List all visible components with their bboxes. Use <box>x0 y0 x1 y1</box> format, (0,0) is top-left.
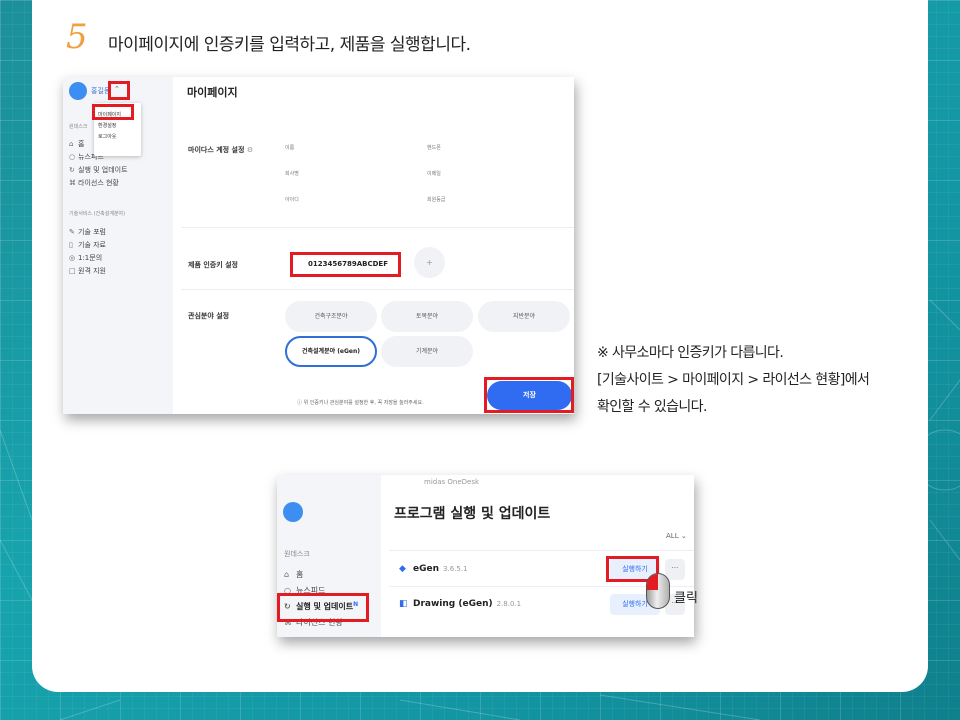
key-notes: ※ 사무소마다 인증키가 다릅니다. [기술사이트 > 마이페이지 > 라이선스… <box>597 340 870 421</box>
interest-label: 관심분야 설정 <box>188 312 230 320</box>
interest-civil[interactable]: 토목분야 <box>381 301 473 332</box>
interest-mechanical[interactable]: 기계분야 <box>381 336 473 367</box>
filter-dropdown[interactable]: ALL ⌄ <box>666 532 687 540</box>
chat-icon: ◎ <box>69 254 76 262</box>
onedesk-sidebar: 원데스크 ⌂ 홈 ○ 뉴스피드 ↻ 실행 및 업데이트N ⌘ 라이선스 현황 <box>277 475 381 637</box>
menu-item-logout[interactable]: 로그아웃 <box>94 132 141 143</box>
note-line-1: ※ 사무소마다 인증키가 다릅니다. <box>597 345 784 361</box>
sidebar-section-onedesk: 원데스크 <box>69 124 88 130</box>
menu-item-settings[interactable]: 환경설정 <box>94 121 141 132</box>
sidebar-item-home[interactable]: ⌂ 홈 <box>69 139 84 149</box>
step-number: 5 <box>66 17 88 57</box>
page-title: 마이페이지 <box>187 86 238 99</box>
circle-icon: ○ <box>69 153 76 161</box>
sidebar-item-newsfeed[interactable]: ○ 뉴스피드 <box>284 585 325 596</box>
add-key-button[interactable]: + <box>414 247 445 278</box>
more-button-egen[interactable]: ··· <box>665 559 685 580</box>
sidebar-item-license[interactable]: ⌘ 라이선스 현황 <box>284 617 343 628</box>
interest-architecture-design[interactable]: 건축설계분야 (eGen) <box>285 336 377 367</box>
field-phone: 핸드폰 <box>427 145 441 151</box>
new-badge: N <box>353 601 359 608</box>
egen-logo-icon: ◆ <box>399 564 406 574</box>
divider <box>389 550 694 551</box>
note-line-2: [기술사이트 > 마이페이지 > 라이선스 현황]에서 <box>597 372 870 388</box>
note-line-3: 확인할 수 있습니다. <box>597 399 707 415</box>
refresh-icon: ↻ <box>284 602 291 611</box>
chevron-up-icon[interactable]: ⌃ <box>114 85 120 93</box>
product-row-egen: ◆ eGen 3.6.5.1 <box>399 564 468 574</box>
field-company: 회사명 <box>285 171 299 177</box>
save-button[interactable]: 저장 <box>487 381 572 410</box>
mouse-left-button-icon <box>647 574 658 590</box>
sidebar-item-inquiry[interactable]: ◎ 1:1문의 <box>69 253 102 263</box>
home-icon: ⌂ <box>69 140 74 148</box>
field-name: 이름 <box>285 145 295 151</box>
mouse-icon <box>646 573 670 609</box>
document-icon: ▯ <box>69 241 73 249</box>
sidebar-item-home[interactable]: ⌂ 홈 <box>284 569 303 580</box>
click-label: 클릭 <box>674 591 698 606</box>
sidebar-section-tech: 기술서비스 (건축설계분야) <box>69 211 126 217</box>
refresh-icon: ↻ <box>69 166 75 174</box>
avatar[interactable] <box>283 502 303 522</box>
monitor-icon: □ <box>69 267 76 275</box>
license-icon: ⌘ <box>69 179 76 187</box>
avatar[interactable] <box>69 82 87 100</box>
field-id: 아이디 <box>285 197 299 203</box>
sidebar-item-license[interactable]: ⌘ 라이선스 현황 <box>69 178 119 188</box>
gear-icon[interactable]: ⚙ <box>247 146 253 154</box>
sidebar-item-docs[interactable]: ▯ 기술 자료 <box>69 240 106 250</box>
divider <box>181 227 574 228</box>
sidebar-item-run-update[interactable]: ↻ 실행 및 업데이트N <box>284 601 358 612</box>
field-grade: 회원등급 <box>427 197 446 203</box>
circle-icon: ○ <box>284 586 291 595</box>
sidebar-item-run-update[interactable]: ↻ 실행 및 업데이트 <box>69 165 128 175</box>
app-title: midas OneDesk <box>424 478 480 486</box>
step-instruction: 마이페이지에 인증키를 입력하고, 제품을 실행합니다. <box>108 35 471 55</box>
divider <box>181 289 574 290</box>
license-icon: ⌘ <box>284 618 292 627</box>
account-settings-label: 마이다스 계정 설정 ⚙ <box>188 146 254 154</box>
home-icon: ⌂ <box>284 570 290 579</box>
field-email: 이메일 <box>427 171 441 177</box>
sidebar-section-onedesk: 원데스크 <box>284 550 310 558</box>
product-row-drawing: ◧ Drawing (eGen) 2.8.0.1 <box>399 599 522 609</box>
user-dropdown-menu: 마이페이지 환경설정 로그아웃 <box>94 103 141 156</box>
menu-item-mypage[interactable]: 마이페이지 <box>94 110 141 121</box>
sidebar-item-forum[interactable]: ✎ 기술 포럼 <box>69 227 106 237</box>
page-title: 프로그램 실행 및 업데이트 <box>394 506 551 522</box>
product-key-label: 제품 인증키 설정 <box>188 261 238 269</box>
interest-geotechnical[interactable]: 지반분야 <box>478 301 570 332</box>
pencil-icon: ✎ <box>69 228 75 236</box>
user-name[interactable]: 홍길동 <box>91 86 110 96</box>
interest-architecture-structure[interactable]: 건축구조분야 <box>285 301 377 332</box>
onedesk-screenshot: 원데스크 ⌂ 홈 ○ 뉴스피드 ↻ 실행 및 업데이트N ⌘ 라이선스 현황 midas… <box>277 475 694 637</box>
mypage-screenshot: 홍길동 ⌃ 원데스크 ⌂ 홈 ○ 뉴스피드 ↻ 실행 및 업데이트 ⌘ 라이선스 현황 … <box>63 77 574 414</box>
product-key-input[interactable]: 0123456789ABCDEF <box>291 253 400 276</box>
drawing-logo-icon: ◧ <box>399 599 408 609</box>
save-notice: ⓘ 위 인증키나 관심분야를 설정한 후, 꼭 저장을 눌러주세요. <box>297 400 424 406</box>
sidebar-item-remote[interactable]: □ 원격 지원 <box>69 266 106 276</box>
